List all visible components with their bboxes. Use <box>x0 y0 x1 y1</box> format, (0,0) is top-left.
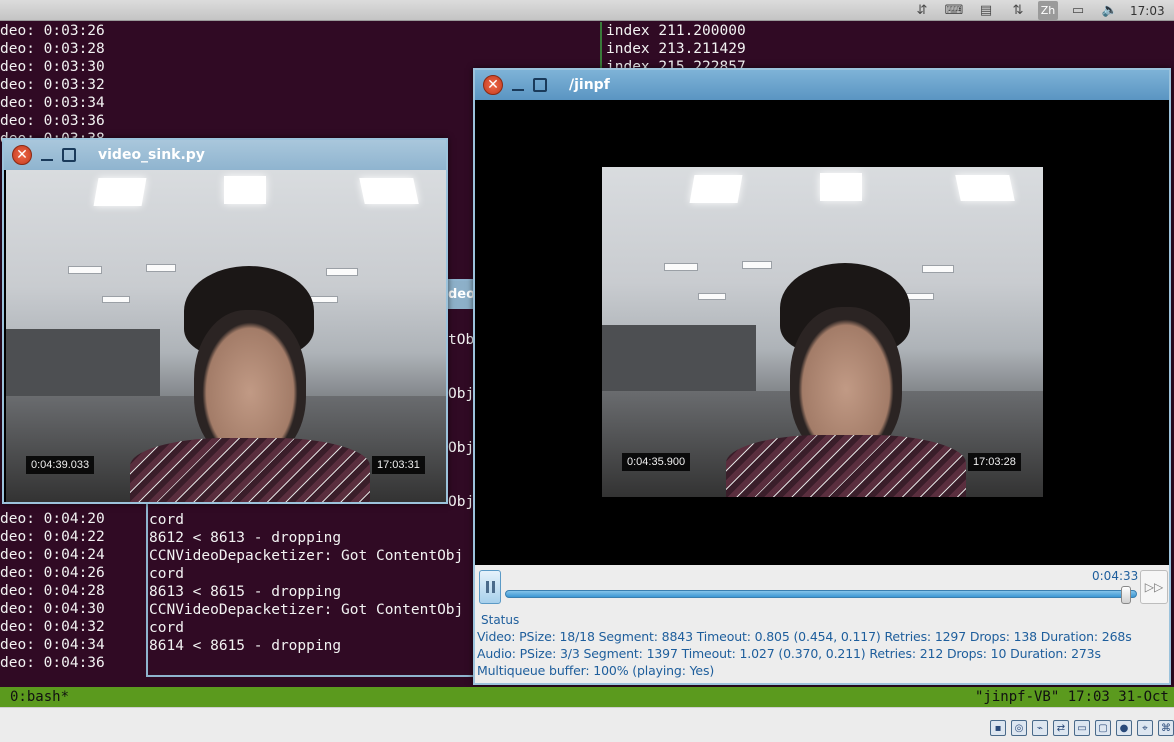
network-icon[interactable]: ⇵ <box>910 1 934 20</box>
fast-forward-icon: ▷▷ <box>1144 580 1164 594</box>
terminal-line: 8612 < 8613 - dropping <box>149 530 342 546</box>
terminal-line: deo: 0:04:34 <box>0 637 105 653</box>
terminal-line: deo: 0:04:30 <box>0 601 105 617</box>
terminal-line: 8614 < 8615 - dropping <box>149 638 342 654</box>
video-frame: 0:04:35.900 17:03:28 <box>602 167 1043 497</box>
shared-folder-icon[interactable]: ▭ <box>1074 720 1090 736</box>
audio-status: Audio: PSize: 3/3 Segment: 1397 Timeout:… <box>477 646 1101 661</box>
hdd-icon[interactable]: ▪ <box>990 720 1006 736</box>
player-titlebar[interactable]: ✕ /jinpf <box>475 70 1169 100</box>
terminal-line: cord <box>149 566 184 582</box>
terminal-line: Obj <box>448 386 475 402</box>
playback-timestamp: 0:04:39.033 <box>26 456 95 474</box>
host-key-icon[interactable]: ⌘ <box>1158 720 1174 736</box>
terminal-line: index 211.200000 <box>606 23 746 39</box>
terminal-line: deo: 0:04:32 <box>0 619 105 635</box>
terminal-line: deo: 0:03:36 <box>0 113 105 129</box>
terminal-line: CCNVideoDepacketizer: Got ContentObj <box>149 602 464 618</box>
terminal-line: deo: 0:03:32 <box>0 77 105 93</box>
terminal-line: deo: 0:04:26 <box>0 565 105 581</box>
player-window[interactable]: ✕ /jinpf 0:04:35.900 17:03:28 0:04:33 ▷▷… <box>473 68 1171 685</box>
tmux-status-bar: 0:bash* "jinpf-VB" 17:03 31-Oct <box>0 687 1174 707</box>
keyboard-icon[interactable]: ⌨ <box>942 1 966 20</box>
clock-timestamp: 17:03:31 <box>372 456 425 474</box>
terminal-line: deo: 0:04:36 <box>0 655 105 671</box>
window-title: video_sink.py <box>98 147 205 163</box>
fast-forward-button[interactable]: ▷▷ <box>1140 570 1168 604</box>
tmux-host-info: "jinpf-VB" 17:03 31-Oct <box>975 689 1169 705</box>
pause-button[interactable] <box>479 570 501 604</box>
close-button[interactable]: ✕ <box>483 75 503 95</box>
clock-timestamp: 17:03:28 <box>968 453 1021 471</box>
close-icon: ✕ <box>487 77 499 93</box>
pane-title: deo/ <box>446 281 474 309</box>
seek-handle[interactable] <box>1120 586 1131 604</box>
document-icon[interactable]: ▤ <box>974 1 998 20</box>
player-controls: 0:04:33 ▷▷ Status Video: PSize: 18/18 Se… <box>475 565 1169 683</box>
clock[interactable]: 17:03 <box>1130 4 1170 18</box>
mouse-integration-icon[interactable]: ⌖ <box>1137 720 1153 736</box>
video-capture-icon[interactable]: ● <box>1116 720 1132 736</box>
language-icon[interactable]: Zh <box>1038 1 1058 20</box>
close-icon: ✕ <box>16 147 28 163</box>
terminal-line: deo: 0:04:28 <box>0 583 105 599</box>
terminal-line: CCNVideoDepacketizer: Got ContentObj <box>149 548 464 564</box>
battery-icon[interactable]: ▭ <box>1066 1 1090 20</box>
maximize-button[interactable] <box>62 148 76 162</box>
terminal-line: deo: 0:03:28 <box>0 41 105 57</box>
seek-bar[interactable] <box>505 590 1137 598</box>
display-icon[interactable]: ▢ <box>1095 720 1111 736</box>
virtualbox-status-bar: ▪ ◎ ⌁ ⇄ ▭ ▢ ● ⌖ ⌘ <box>0 707 1174 742</box>
transfer-icon[interactable]: ⇅ <box>1006 1 1030 20</box>
terminal-line: deo: 0:03:26 <box>0 23 105 39</box>
terminal-line: deo: 0:04:24 <box>0 547 105 563</box>
pause-icon <box>485 581 489 593</box>
buffer-status: Multiqueue buffer: 100% (playing: Yes) <box>477 663 715 678</box>
terminal-line: deo: 0:04:20 <box>0 511 105 527</box>
status-heading: Status <box>481 613 520 627</box>
usb-icon[interactable]: ⌁ <box>1032 720 1048 736</box>
terminal-line: 8613 < 8615 - dropping <box>149 584 342 600</box>
top-panel: ⇵ ⌨ ▤ ⇅ Zh ▭ 🔈 17:03 <box>0 0 1174 21</box>
video-sink-window[interactable]: ✕ video_sink.py 0:04:39.033 17:03:31 <box>2 138 448 504</box>
terminal-line: tObj <box>448 332 475 348</box>
playback-time: 0:04:33 <box>1092 569 1139 583</box>
close-button[interactable]: ✕ <box>12 145 32 165</box>
volume-icon[interactable]: 🔈 <box>1098 1 1122 20</box>
system-tray: ⇵ ⌨ ▤ ⇅ Zh ▭ 🔈 17:03 <box>910 0 1174 21</box>
terminal-line: cord <box>149 620 184 636</box>
maximize-button[interactable] <box>533 78 547 92</box>
playback-timestamp: 0:04:35.900 <box>622 453 691 471</box>
network-icon[interactable]: ⇄ <box>1053 720 1069 736</box>
minimize-button[interactable] <box>511 78 525 92</box>
terminal-line: deo: 0:03:30 <box>0 59 105 75</box>
video-frame: 0:04:39.033 17:03:31 <box>6 170 446 502</box>
minimize-button[interactable] <box>40 148 54 162</box>
pause-icon <box>491 581 495 593</box>
terminal-line: cord <box>149 512 184 528</box>
video-status: Video: PSize: 18/18 Segment: 8843 Timeou… <box>477 629 1132 644</box>
terminal-line: Obj <box>448 494 475 510</box>
terminal-line: deo: 0:03:34 <box>0 95 105 111</box>
terminal-line: deo: 0:04:22 <box>0 529 105 545</box>
terminal-line: Obj <box>448 440 475 456</box>
cd-icon[interactable]: ◎ <box>1011 720 1027 736</box>
video-sink-titlebar[interactable]: ✕ video_sink.py <box>4 140 446 170</box>
tmux-window-label[interactable]: 0:bash* <box>10 687 69 707</box>
window-title: /jinpf <box>569 77 610 93</box>
terminal-line: index 213.211429 <box>606 41 746 57</box>
